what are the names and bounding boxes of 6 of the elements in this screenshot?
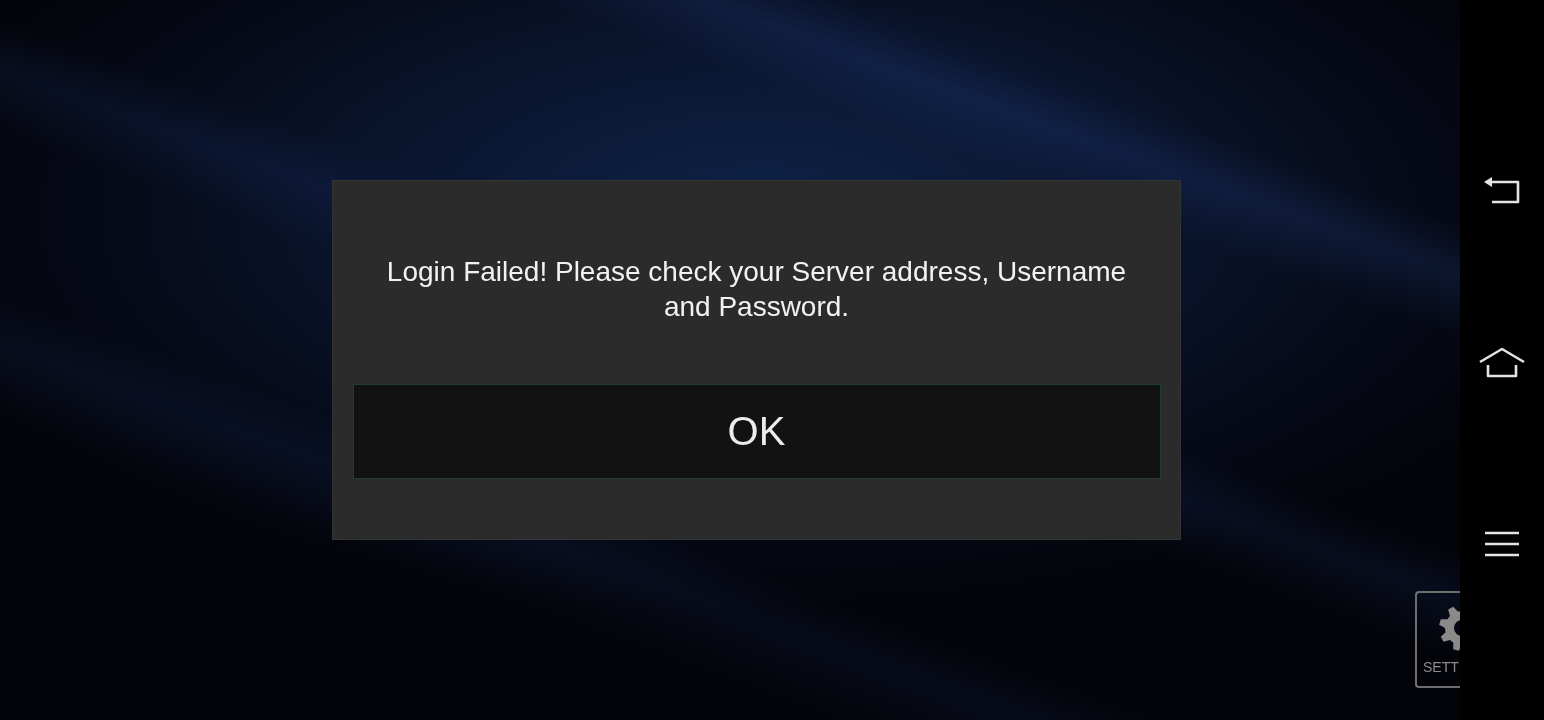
gear-icon [1438,604,1460,652]
back-icon[interactable] [1483,175,1521,205]
menu-icon[interactable] [1485,531,1519,557]
home-icon[interactable] [1478,346,1526,378]
ok-button[interactable]: OK [352,384,1161,479]
error-message: Login Failed! Please check your Server address, Username and Password. [385,255,1128,324]
